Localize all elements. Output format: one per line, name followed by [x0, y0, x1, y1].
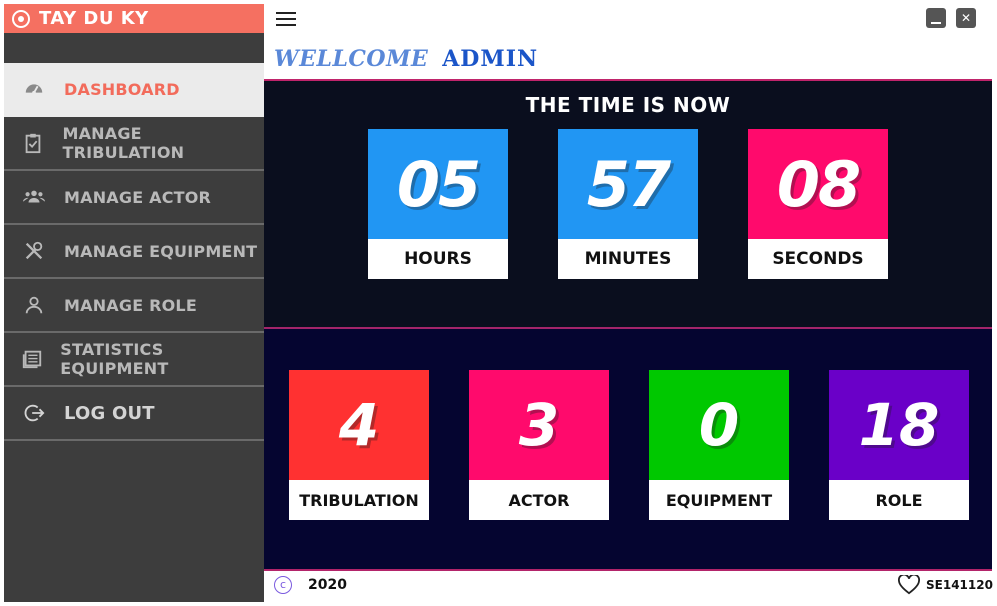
stat-value: 4: [289, 370, 429, 480]
minutes-card: 57 MINUTES: [558, 129, 698, 279]
footer-bar: c 2020 SE141120: [264, 569, 993, 598]
list-document-icon: [4, 333, 60, 385]
stat-value: 0: [649, 370, 789, 480]
seconds-value: 08: [748, 129, 888, 239]
footer-year: 2020: [308, 577, 347, 593]
footer-student-id: SE141120: [926, 578, 993, 592]
sidebar-item-label: MANAGE ROLE: [64, 295, 197, 315]
sidebar-item-label: LOG OUT: [64, 402, 155, 424]
stat-label: ACTOR: [469, 480, 609, 520]
sidebar-item-statistics-equipment[interactable]: STATISTICS EQUIPMENT: [4, 333, 264, 387]
tools-icon: [4, 225, 64, 277]
users-group-icon: [4, 171, 64, 223]
stat-value: 18: [829, 370, 969, 480]
minutes-value: 57: [558, 129, 698, 239]
clipboard-check-icon: [4, 117, 62, 169]
sidebar-item-manage-equipment[interactable]: MANAGE EQUIPMENT: [4, 225, 264, 279]
hours-value: 05: [368, 129, 508, 239]
minutes-label: MINUTES: [558, 239, 698, 279]
clock-title: THE TIME IS NOW: [525, 93, 731, 117]
app-brand: TAY DU KY: [4, 4, 264, 33]
stat-card-actor[interactable]: 3 ACTOR: [469, 370, 609, 520]
user-name: ADMIN: [442, 46, 539, 72]
user-icon: [4, 279, 64, 331]
hours-label: HOURS: [368, 239, 508, 279]
sidebar: TAY DU KY DASHBOARD MANAGE TRIBULATION M…: [4, 4, 264, 602]
sidebar-item-manage-actor[interactable]: MANAGE ACTOR: [4, 171, 264, 225]
dashboard-gauge-icon: [4, 63, 64, 115]
header-bar: ✕ WELLCOME ADMIN: [264, 4, 992, 81]
copyright-icon: c: [274, 576, 292, 594]
minimize-button[interactable]: [926, 8, 946, 28]
stat-value: 3: [469, 370, 609, 480]
sidebar-item-label: MANAGE TRIBULATION: [62, 124, 185, 162]
sidebar-item-label: STATISTICS EQUIPMENT: [60, 340, 169, 378]
sidebar-item-label: MANAGE EQUIPMENT: [64, 241, 258, 261]
stat-card-role[interactable]: 18 ROLE: [829, 370, 969, 520]
heart-icon: [898, 573, 920, 595]
stat-label: TRIBULATION: [289, 480, 429, 520]
welcome-text: WELLCOME ADMIN: [274, 46, 538, 72]
seconds-card: 08 SECONDS: [748, 129, 888, 279]
welcome-label: WELLCOME: [274, 46, 429, 72]
sidebar-item-logout[interactable]: LOG OUT: [4, 387, 264, 441]
clock-panel: THE TIME IS NOW 05 HOURS 57 MINUTES 08 S…: [264, 81, 992, 329]
hamburger-menu-icon[interactable]: [276, 12, 296, 26]
stat-card-equipment[interactable]: 0 EQUIPMENT: [649, 370, 789, 520]
stats-panel: 4 TRIBULATION 3 ACTOR 0 EQUIPMENT 18 ROL…: [264, 329, 992, 569]
stat-card-tribulation[interactable]: 4 TRIBULATION: [289, 370, 429, 520]
logout-icon: [4, 387, 64, 439]
hours-card: 05 HOURS: [368, 129, 508, 279]
app-logo-icon: [12, 9, 30, 28]
sidebar-item-manage-tribulation[interactable]: MANAGE TRIBULATION: [4, 117, 264, 171]
main-content: ✕ WELLCOME ADMIN THE TIME IS NOW 05 HOURS…: [264, 4, 993, 602]
close-button[interactable]: ✕: [956, 8, 976, 28]
seconds-label: SECONDS: [748, 239, 888, 279]
stat-label: ROLE: [829, 480, 969, 520]
app-title: TAY DU KY: [39, 8, 149, 29]
sidebar-item-dashboard[interactable]: DASHBOARD: [4, 63, 264, 117]
stat-label: EQUIPMENT: [649, 480, 789, 520]
sidebar-item-manage-role[interactable]: MANAGE ROLE: [4, 279, 264, 333]
sidebar-item-label: DASHBOARD: [64, 79, 180, 99]
sidebar-item-label: MANAGE ACTOR: [64, 187, 212, 207]
